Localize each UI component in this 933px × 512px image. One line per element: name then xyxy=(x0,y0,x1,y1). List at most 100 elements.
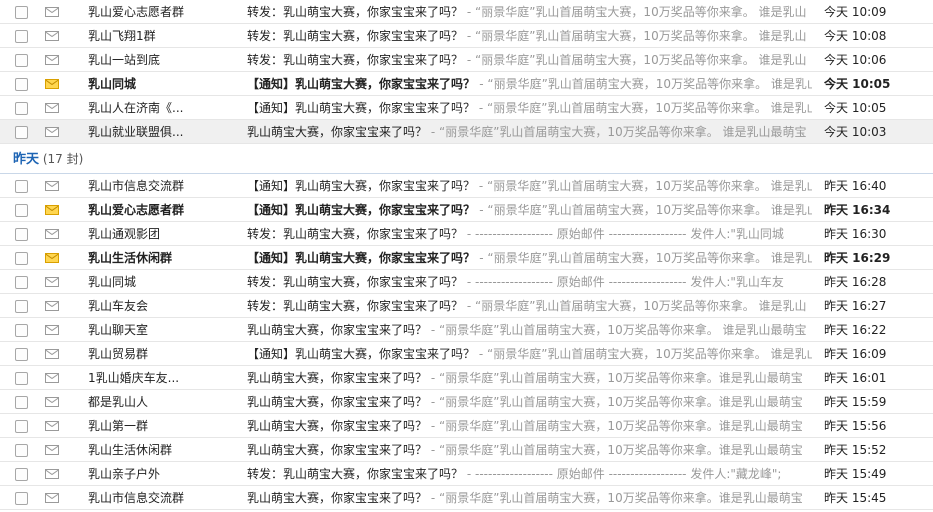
mail-row[interactable]: 乳山通观影团 转发：乳山萌宝大赛，你家宝宝来了吗？ - ------------… xyxy=(0,222,933,246)
mail-sender[interactable]: 乳山亲子户外 xyxy=(88,462,228,486)
mail-row[interactable]: 乳山生活休闲群 乳山萌宝大赛，你家宝宝来了吗？ - “丽景华庭”乳山首届萌宝大赛… xyxy=(0,438,933,462)
mail-row[interactable]: 乳山就业联盟俱... 乳山萌宝大赛，你家宝宝来了吗？ - “丽景华庭”乳山首届萌… xyxy=(0,120,933,144)
select-checkbox[interactable] xyxy=(15,252,28,265)
select-checkbox[interactable] xyxy=(15,228,28,241)
mail-sender[interactable]: 乳山爱心志愿者群 xyxy=(88,0,228,24)
select-checkbox[interactable] xyxy=(15,396,28,409)
mail-separator: - xyxy=(430,443,439,457)
mail-preview[interactable]: 转发：乳山萌宝大赛，你家宝宝来了吗？ - ------------------ … xyxy=(247,270,812,294)
mail-row[interactable]: 乳山人在济南《... 【通知】乳山萌宝大赛，你家宝宝来了吗？ - “丽景华庭”乳… xyxy=(0,96,933,120)
mail-preview[interactable]: 转发：乳山萌宝大赛，你家宝宝来了吗？ - “丽景华庭”乳山首届萌宝大赛，10万奖… xyxy=(247,48,812,72)
mail-row[interactable]: 乳山贸易群 【通知】乳山萌宝大赛，你家宝宝来了吗？ - “丽景华庭”乳山首届萌宝… xyxy=(0,342,933,366)
select-checkbox[interactable] xyxy=(15,78,28,91)
select-checkbox[interactable] xyxy=(15,372,28,385)
mail-row[interactable]: 乳山市信息交流群 乳山萌宝大赛，你家宝宝来了吗？ - “丽景华庭”乳山首届萌宝大… xyxy=(0,486,933,510)
mail-row[interactable]: 乳山生活休闲群 【通知】乳山萌宝大赛，你家宝宝来了吗？ - “丽景华庭”乳山首届… xyxy=(0,246,933,270)
mail-row[interactable]: 乳山爱心志愿者群 【通知】乳山萌宝大赛，你家宝宝来了吗？ - “丽景华庭”乳山首… xyxy=(0,198,933,222)
mail-preview[interactable]: 【通知】乳山萌宝大赛，你家宝宝来了吗？ - “丽景华庭”乳山首届萌宝大赛，10万… xyxy=(247,246,812,270)
mail-separator: - xyxy=(478,179,487,193)
mail-sender[interactable]: 乳山贸易群 xyxy=(88,342,228,366)
mail-preview[interactable]: 转发：乳山萌宝大赛，你家宝宝来了吗？ - “丽景华庭”乳山首届萌宝大赛，10万奖… xyxy=(247,0,812,24)
mail-separator: - xyxy=(430,395,439,409)
mail-sender[interactable]: 乳山同城 xyxy=(88,270,228,294)
select-checkbox[interactable] xyxy=(15,324,28,337)
select-checkbox[interactable] xyxy=(15,300,28,313)
mail-sender[interactable]: 乳山通观影团 xyxy=(88,222,228,246)
select-checkbox[interactable] xyxy=(15,492,28,505)
mail-preview[interactable]: 【通知】乳山萌宝大赛，你家宝宝来了吗？ - “丽景华庭”乳山首届萌宝大赛，10万… xyxy=(247,198,812,222)
select-checkbox[interactable] xyxy=(15,30,28,43)
mail-preview[interactable]: 乳山萌宝大赛，你家宝宝来了吗？ - “丽景华庭”乳山首届萌宝大赛，10万奖品等你… xyxy=(247,486,812,510)
mail-sender[interactable]: 乳山爱心志愿者群 xyxy=(88,198,228,222)
select-checkbox[interactable] xyxy=(15,102,28,115)
mail-sender[interactable]: 乳山聊天室 xyxy=(88,318,228,342)
select-checkbox[interactable] xyxy=(15,54,28,67)
select-checkbox[interactable] xyxy=(15,348,28,361)
mail-date: 昨天 16:34 xyxy=(824,203,891,217)
mail-sender[interactable]: 乳山同城 xyxy=(88,72,228,96)
mail-row[interactable]: 乳山同城 【通知】乳山萌宝大赛，你家宝宝来了吗？ - “丽景华庭”乳山首届萌宝大… xyxy=(0,72,933,96)
mail-separator: - xyxy=(430,491,439,505)
mail-subject: 转发：乳山萌宝大赛，你家宝宝来了吗？ xyxy=(247,5,464,19)
select-checkbox[interactable] xyxy=(15,126,28,139)
envelope-icon xyxy=(45,421,59,431)
mail-preview[interactable]: 【通知】乳山萌宝大赛，你家宝宝来了吗？ - “丽景华庭”乳山首届萌宝大赛，10万… xyxy=(247,96,812,120)
envelope-icon xyxy=(45,349,59,359)
mail-row[interactable]: 乳山亲子户外 转发：乳山萌宝大赛，你家宝宝来了吗？ - ------------… xyxy=(0,462,933,486)
mail-sender[interactable]: 乳山生活休闲群 xyxy=(88,438,228,462)
mail-row[interactable]: 乳山同城 转发：乳山萌宝大赛，你家宝宝来了吗？ - --------------… xyxy=(0,270,933,294)
mail-preview[interactable]: 【通知】乳山萌宝大赛，你家宝宝来了吗？ - “丽景华庭”乳山首届萌宝大赛，10万… xyxy=(247,72,812,96)
mail-snippet: “丽景华庭”乳山首届萌宝大赛，10万奖品等你来拿。 谁是乳山 xyxy=(475,5,807,19)
mail-preview[interactable]: 乳山萌宝大赛，你家宝宝来了吗？ - “丽景华庭”乳山首届萌宝大赛，10万奖品等你… xyxy=(247,318,812,342)
mail-row[interactable]: 乳山车友会 转发：乳山萌宝大赛，你家宝宝来了吗？ - “丽景华庭”乳山首届萌宝大… xyxy=(0,294,933,318)
mail-row[interactable]: 乳山聊天室 乳山萌宝大赛，你家宝宝来了吗？ - “丽景华庭”乳山首届萌宝大赛，1… xyxy=(0,318,933,342)
mail-preview[interactable]: 转发：乳山萌宝大赛，你家宝宝来了吗？ - “丽景华庭”乳山首届萌宝大赛，10万奖… xyxy=(247,24,812,48)
select-checkbox[interactable] xyxy=(15,420,28,433)
mail-sender[interactable]: 都是乳山人 xyxy=(88,390,228,414)
mail-row[interactable]: 乳山爱心志愿者群 转发：乳山萌宝大赛，你家宝宝来了吗？ - “丽景华庭”乳山首届… xyxy=(0,0,933,24)
mail-group-header-yesterday[interactable]: 昨天 (17 封) xyxy=(0,144,933,174)
mail-preview[interactable]: 乳山萌宝大赛，你家宝宝来了吗？ - “丽景华庭”乳山首届萌宝大赛，10万奖品等你… xyxy=(247,438,812,462)
mail-preview[interactable]: 乳山萌宝大赛，你家宝宝来了吗？ - “丽景华庭”乳山首届萌宝大赛，10万奖品等你… xyxy=(247,120,812,144)
select-checkbox[interactable] xyxy=(15,468,28,481)
mail-preview[interactable]: 【通知】乳山萌宝大赛，你家宝宝来了吗？ - “丽景华庭”乳山首届萌宝大赛，10万… xyxy=(247,342,812,366)
select-checkbox[interactable] xyxy=(15,444,28,457)
mail-sender[interactable]: 乳山飞翔1群 xyxy=(88,24,228,48)
mail-sender[interactable]: 乳山人在济南《... xyxy=(88,96,228,120)
mail-group-yesterday: 乳山市信息交流群 【通知】乳山萌宝大赛，你家宝宝来了吗？ - “丽景华庭”乳山首… xyxy=(0,174,933,510)
envelope-icon xyxy=(45,7,59,17)
mail-sender[interactable]: 乳山车友会 xyxy=(88,294,228,318)
mail-preview[interactable]: 转发：乳山萌宝大赛，你家宝宝来了吗？ - “丽景华庭”乳山首届萌宝大赛，10万奖… xyxy=(247,294,812,318)
mail-subject: 【通知】乳山萌宝大赛，你家宝宝来了吗？ xyxy=(247,179,476,193)
mail-sender[interactable]: 乳山市信息交流群 xyxy=(88,174,228,198)
mail-row[interactable]: 都是乳山人 乳山萌宝大赛，你家宝宝来了吗？ - “丽景华庭”乳山首届萌宝大赛，1… xyxy=(0,390,933,414)
mail-sender[interactable]: 1乳山婚庆车友... xyxy=(88,366,228,390)
mail-preview[interactable]: 转发：乳山萌宝大赛，你家宝宝来了吗？ - ------------------ … xyxy=(247,222,812,246)
mail-sender[interactable]: 乳山生活休闲群 xyxy=(88,246,228,270)
envelope-icon xyxy=(45,277,59,287)
mail-sender[interactable]: 乳山一站到底 xyxy=(88,48,228,72)
mail-preview[interactable]: 乳山萌宝大赛，你家宝宝来了吗？ - “丽景华庭”乳山首届萌宝大赛，10万奖品等你… xyxy=(247,414,812,438)
mail-row[interactable]: 1乳山婚庆车友... 乳山萌宝大赛，你家宝宝来了吗？ - “丽景华庭”乳山首届萌… xyxy=(0,366,933,390)
mail-subject: 【通知】乳山萌宝大赛，你家宝宝来了吗？ xyxy=(247,251,476,265)
envelope-icon xyxy=(45,373,59,383)
mail-preview[interactable]: 乳山萌宝大赛，你家宝宝来了吗？ - “丽景华庭”乳山首届萌宝大赛，10万奖品等你… xyxy=(247,390,812,414)
select-checkbox[interactable] xyxy=(15,6,28,19)
mail-row[interactable]: 乳山一站到底 转发：乳山萌宝大赛，你家宝宝来了吗？ - “丽景华庭”乳山首届萌宝… xyxy=(0,48,933,72)
mail-row[interactable]: 乳山市信息交流群 【通知】乳山萌宝大赛，你家宝宝来了吗？ - “丽景华庭”乳山首… xyxy=(0,174,933,198)
mail-row[interactable]: 乳山飞翔1群 转发：乳山萌宝大赛，你家宝宝来了吗？ - “丽景华庭”乳山首届萌宝… xyxy=(0,24,933,48)
mail-preview[interactable]: 乳山萌宝大赛，你家宝宝来了吗？ - “丽景华庭”乳山首届萌宝大赛，10万奖品等你… xyxy=(247,366,812,390)
select-checkbox[interactable] xyxy=(15,204,28,217)
mail-preview[interactable]: 【通知】乳山萌宝大赛，你家宝宝来了吗？ - “丽景华庭”乳山首届萌宝大赛，10万… xyxy=(247,174,812,198)
mail-snippet: “丽景华庭”乳山首届萌宝大赛，10万奖品等你来拿。 谁是乳山 xyxy=(487,77,812,91)
select-checkbox[interactable] xyxy=(15,180,28,193)
mail-preview[interactable]: 转发：乳山萌宝大赛，你家宝宝来了吗？ - ------------------ … xyxy=(247,462,812,486)
mail-separator: - xyxy=(466,275,475,289)
mail-row[interactable]: 乳山第一群 乳山萌宝大赛，你家宝宝来了吗？ - “丽景华庭”乳山首届萌宝大赛，1… xyxy=(0,414,933,438)
select-checkbox[interactable] xyxy=(15,276,28,289)
mail-sender[interactable]: 乳山第一群 xyxy=(88,414,228,438)
mail-subject: 【通知】乳山萌宝大赛，你家宝宝来了吗？ xyxy=(247,203,476,217)
mail-subject: 转发：乳山萌宝大赛，你家宝宝来了吗？ xyxy=(247,275,464,289)
mail-sender[interactable]: 乳山就业联盟俱... xyxy=(88,120,228,144)
mail-sender[interactable]: 乳山市信息交流群 xyxy=(88,486,228,510)
